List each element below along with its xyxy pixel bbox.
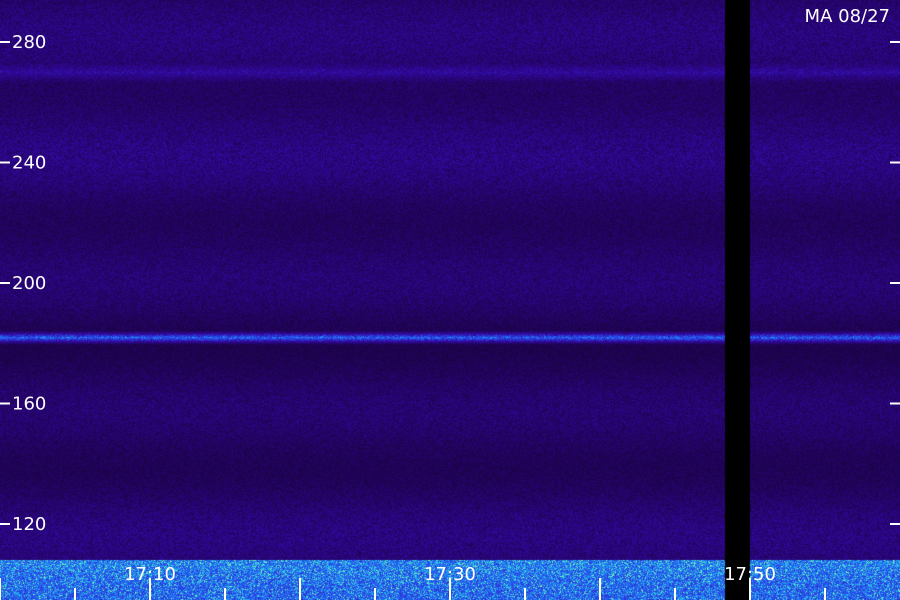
y-tick-label: 120 [12,514,46,535]
y-tick-label: 160 [12,394,46,415]
y-tick-label: 200 [12,273,46,294]
x-tick-label: 17:30 [424,564,476,585]
station-label: MA 08/27 [805,6,890,27]
x-tick-label: 17:50 [724,564,776,585]
y-axis: 280 240 200 160 120 [0,32,900,535]
x-tick-label: 17:10 [124,564,176,585]
y-tick-label: 280 [12,32,46,53]
y-tick-label: 240 [12,153,46,174]
x-axis: 17:10 17:30 17:50 [0,564,826,600]
spectrogram-figure: 280 240 200 160 120 17:10 17:30 17:50 MA 08/27 [0,0,900,600]
axes-overlay: 280 240 200 160 120 17:10 17:30 17:50 MA 08/27 [0,6,900,600]
